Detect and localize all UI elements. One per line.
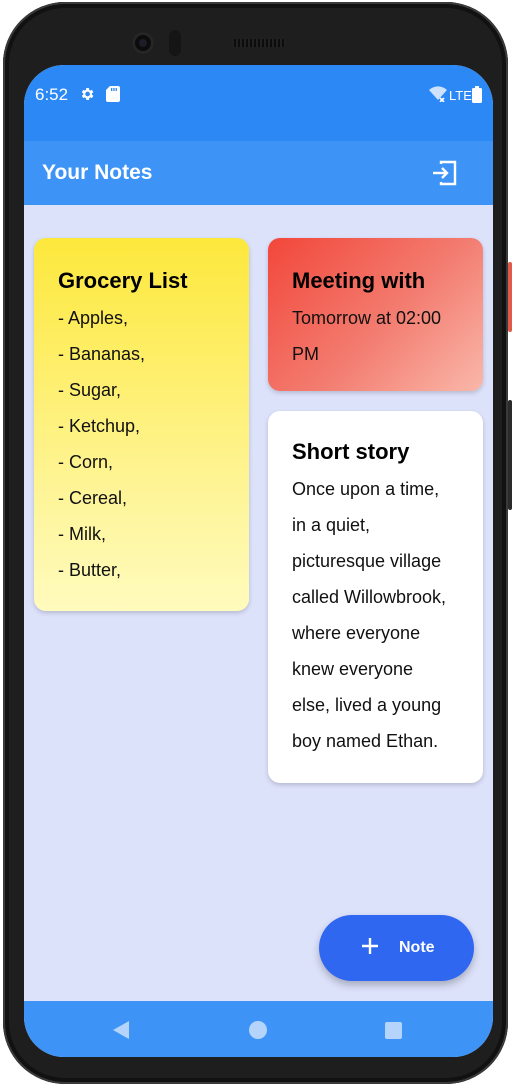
status-time: 6:52 <box>35 85 69 104</box>
note-line: Tomorrow at 02:00 <box>292 308 442 328</box>
note-body: Tomorrow at 02:00 PM <box>292 300 463 372</box>
note-line: - Bananas, <box>58 344 146 364</box>
note-line: - Butter, <box>58 560 122 580</box>
note-title: Meeting with <box>292 268 426 293</box>
side-button-power <box>508 262 512 332</box>
note-line: - Milk, <box>58 524 106 544</box>
note-card-meeting[interactable]: Meeting with Tomorrow at 02:00 PM <box>268 238 483 391</box>
note-line: called Willowbrook, <box>292 587 447 607</box>
note-line: else, lived a young <box>292 695 442 715</box>
plus-icon <box>361 931 379 967</box>
proximity-sensor <box>169 30 181 56</box>
note-line: - Sugar, <box>58 380 122 400</box>
note-line: Once upon a time, <box>292 479 440 499</box>
note-card-grocery-list[interactable]: Grocery List - Apples, - Bananas, - Suga… <box>34 238 249 611</box>
back-button[interactable] <box>112 1020 130 1045</box>
note-card-short-story[interactable]: Short story Once upon a time, in a quiet… <box>268 411 483 783</box>
side-button-volume <box>508 400 512 510</box>
note-title: Short story <box>292 439 410 464</box>
note-line: boy named Ethan. <box>292 731 439 751</box>
logout-button[interactable] <box>430 158 460 188</box>
note-line: picturesque village <box>292 551 442 571</box>
note-line: - Corn, <box>58 452 114 472</box>
battery-icon <box>472 86 482 108</box>
back-icon <box>113 1021 129 1039</box>
wifi-icon <box>429 86 447 107</box>
note-line: where everyone <box>292 623 421 643</box>
note-body: - Apples, - Bananas, - Sugar, - Ketchup,… <box>58 300 229 588</box>
signal-icon: LTE <box>449 88 472 103</box>
note-line: in a quiet, <box>292 515 371 535</box>
app-bar: Your Notes <box>24 141 493 205</box>
logout-icon <box>433 160 457 186</box>
earpiece-speaker <box>232 39 286 47</box>
system-nav-bar <box>24 1001 493 1057</box>
sd-card-icon <box>106 86 120 107</box>
phone-frame: 6:52 LTE Your Notes Grocery List - Apple… <box>3 2 508 1084</box>
settings-icon <box>79 86 95 107</box>
add-note-label: Note <box>399 939 435 956</box>
note-body: Once upon a time, in a quiet, picturesqu… <box>292 471 463 759</box>
add-note-button[interactable]: Note <box>319 915 474 981</box>
note-line: - Apples, <box>58 308 129 328</box>
note-line: knew everyone <box>292 659 414 679</box>
page-title: Your Notes <box>42 161 153 184</box>
recents-button[interactable] <box>385 1022 402 1039</box>
status-bar: 6:52 LTE <box>24 65 493 141</box>
note-line: - Cereal, <box>58 488 128 508</box>
note-title: Grocery List <box>58 268 188 293</box>
screen: 6:52 LTE Your Notes Grocery List - Apple… <box>24 65 493 1057</box>
front-camera <box>132 32 154 54</box>
note-line: - Ketchup, <box>58 416 141 436</box>
note-line: PM <box>292 344 319 364</box>
home-button[interactable] <box>249 1021 267 1039</box>
